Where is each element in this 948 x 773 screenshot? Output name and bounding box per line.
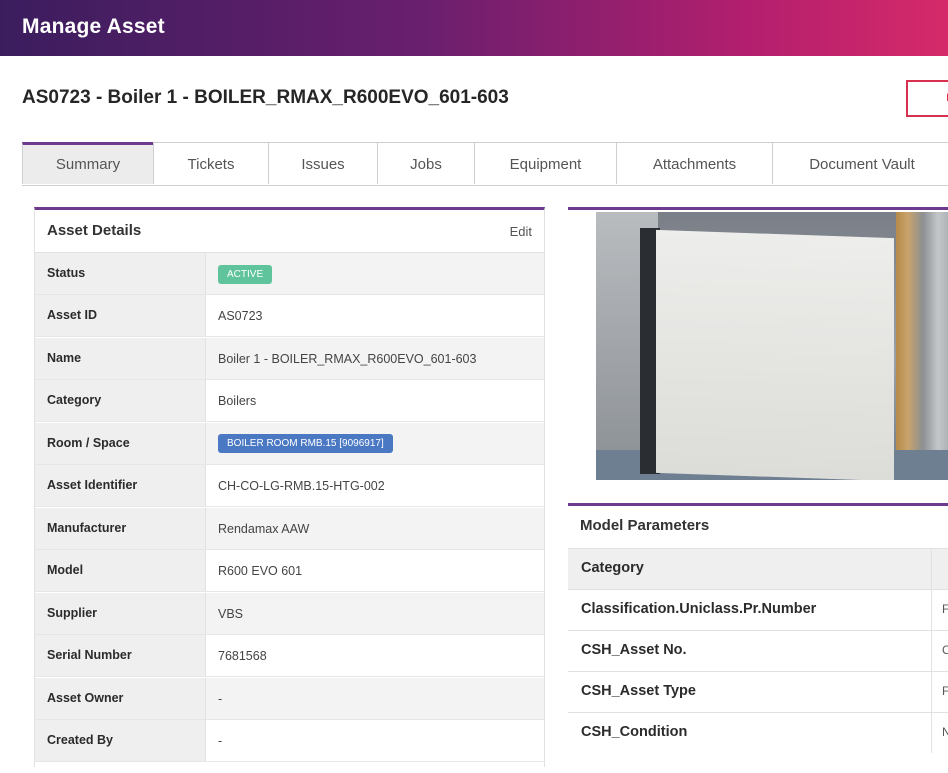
tab-summary[interactable]: Summary bbox=[22, 142, 154, 184]
param-row: CSH_Asset Type F bbox=[568, 671, 948, 712]
detail-row-category: Category Boilers bbox=[35, 380, 544, 422]
detail-label: Created By bbox=[47, 733, 113, 747]
photo-boiler bbox=[656, 229, 894, 480]
room-badge[interactable]: BOILER ROOM RMB.15 [9096917] bbox=[218, 434, 393, 453]
detail-row-serial-number: Serial Number 7681568 bbox=[35, 635, 544, 677]
detail-row-asset-owner: Asset Owner - bbox=[35, 678, 544, 720]
detail-value: Boilers bbox=[218, 394, 257, 408]
detail-row-supplier: Supplier VBS bbox=[35, 593, 544, 635]
detail-row-status: Status ACTIVE bbox=[35, 253, 544, 295]
tab-issues[interactable]: Issues bbox=[268, 142, 378, 184]
param-row: Category bbox=[568, 548, 948, 589]
param-row: Classification.Uniclass.Pr.Number F bbox=[568, 589, 948, 630]
detail-value: AS0723 bbox=[218, 309, 263, 323]
param-row: CSH_Condition N bbox=[568, 712, 948, 753]
param-value: F bbox=[942, 684, 948, 698]
status-badge: ACTIVE bbox=[218, 265, 273, 284]
detail-value: R600 EVO 601 bbox=[218, 564, 303, 578]
detail-value: - bbox=[218, 692, 223, 706]
detail-value: - bbox=[218, 734, 223, 748]
param-key: CSH_Condition bbox=[581, 724, 688, 740]
detail-row-manufacturer: Manufacturer Rendamax AAW bbox=[35, 508, 544, 550]
asset-details-panel: Asset Details Edit Status ACTIVE Asset I… bbox=[34, 207, 545, 767]
detail-label: Asset ID bbox=[47, 308, 98, 322]
detail-row-room-space: Room / Space BOILER ROOM RMB.15 [9096917… bbox=[35, 423, 544, 465]
detail-value: Rendamax AAW bbox=[218, 522, 310, 536]
detail-label: Asset Owner bbox=[47, 691, 124, 705]
param-key: Category bbox=[581, 560, 644, 576]
asset-details-title: Asset Details bbox=[47, 222, 142, 239]
param-value: F bbox=[942, 602, 948, 616]
photo-pipes bbox=[896, 212, 948, 480]
tab-equipment[interactable]: Equipment bbox=[474, 142, 617, 184]
detail-label: Room / Space bbox=[47, 436, 130, 450]
param-key: CSH_Asset No. bbox=[581, 642, 687, 658]
detail-label: Manufacturer bbox=[47, 521, 127, 535]
tab-jobs[interactable]: Jobs bbox=[377, 142, 475, 184]
detail-row-asset-id: Asset ID AS0723 bbox=[35, 295, 544, 337]
detail-row-created-by: Created By - bbox=[35, 720, 544, 762]
detail-row-name: Name Boiler 1 - BOILER_RMAX_R600EVO_601-… bbox=[35, 338, 544, 380]
page-header-title: Manage Asset bbox=[22, 15, 165, 38]
model-parameters-panel: Model Parameters Category Classification… bbox=[568, 503, 948, 773]
app-header: Manage Asset bbox=[0, 0, 948, 56]
param-value: N bbox=[942, 725, 948, 739]
detail-value: VBS bbox=[218, 607, 244, 621]
param-key: Classification.Uniclass.Pr.Number bbox=[581, 601, 817, 617]
top-right-button[interactable]: I bbox=[906, 80, 948, 117]
detail-row-model: Model R600 EVO 601 bbox=[35, 550, 544, 592]
detail-row-asset-identifier: Asset Identifier CH-CO-LG-RMB.15-HTG-002 bbox=[35, 465, 544, 507]
tab-document-vault[interactable]: Document Vault bbox=[772, 142, 948, 184]
detail-value: CH-CO-LG-RMB.15-HTG-002 bbox=[218, 479, 385, 493]
detail-label: Model bbox=[47, 563, 84, 577]
detail-label: Category bbox=[47, 393, 102, 407]
model-parameters-title: Model Parameters bbox=[580, 517, 710, 534]
detail-value: 7681568 bbox=[218, 649, 267, 663]
edit-link[interactable]: Edit bbox=[510, 224, 532, 239]
detail-label: Asset Identifier bbox=[47, 478, 138, 492]
tab-attachments[interactable]: Attachments bbox=[616, 142, 773, 184]
param-value: C bbox=[942, 643, 948, 657]
param-key: CSH_Asset Type bbox=[581, 683, 696, 699]
detail-label: Serial Number bbox=[47, 648, 132, 662]
tab-tickets[interactable]: Tickets bbox=[153, 142, 269, 184]
detail-label: Supplier bbox=[47, 606, 98, 620]
detail-label: Status bbox=[47, 266, 86, 280]
asset-details-header: Asset Details Edit bbox=[35, 210, 544, 253]
asset-title: AS0723 - Boiler 1 - BOILER_RMAX_R600EVO_… bbox=[22, 87, 509, 108]
tab-bar: Summary Tickets Issues Jobs Equipment At… bbox=[22, 142, 948, 186]
param-row: CSH_Asset No. C bbox=[568, 630, 948, 671]
detail-label: Name bbox=[47, 351, 82, 365]
detail-value: Boiler 1 - BOILER_RMAX_R600EVO_601-603 bbox=[218, 352, 477, 366]
asset-photo[interactable] bbox=[596, 212, 948, 480]
